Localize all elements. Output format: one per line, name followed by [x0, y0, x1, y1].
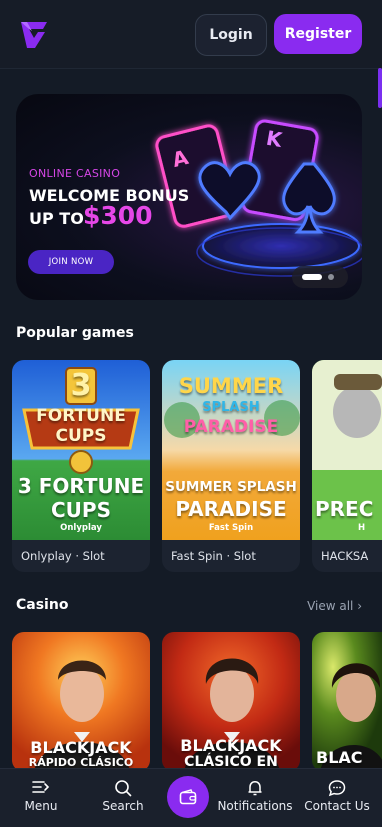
- nav-notifications[interactable]: Notifications: [216, 769, 294, 827]
- login-button[interactable]: Login: [195, 14, 267, 56]
- wallet-icon: [179, 789, 197, 805]
- game-art-title-2: PARADISE: [175, 497, 287, 521]
- nav-search[interactable]: Search: [94, 769, 152, 827]
- nav-menu[interactable]: Menu: [10, 769, 72, 827]
- game-art-title-2: CUPS: [51, 498, 111, 522]
- register-button[interactable]: Register: [274, 14, 362, 54]
- logo-line-2: SPLASH: [202, 400, 260, 415]
- game-card-hacksaw[interactable]: PREC H HACKSA: [312, 360, 382, 572]
- brand-logo-icon[interactable]: [18, 20, 50, 50]
- menu-icon: [32, 781, 50, 793]
- game-meta: Fast Spin · Slot: [171, 549, 256, 563]
- casino-heading: Casino: [16, 597, 69, 613]
- game-art-title-1: PREC: [315, 497, 374, 521]
- game-art-title-1: 3 FORTUNE: [17, 474, 145, 498]
- nav-contact-us[interactable]: Contact Us: [302, 769, 372, 827]
- game-art-provider: Fast Spin: [208, 523, 254, 533]
- logo-number: 3: [70, 368, 92, 403]
- casino-card-blackjack-clasico[interactable]: BLACKJACK CLÁSICO EN: [162, 632, 300, 772]
- nav-label: Notifications: [217, 799, 293, 813]
- bonus-amount: $300: [83, 201, 153, 230]
- banner-subtitle: ONLINE CASINO: [29, 167, 121, 180]
- logo-line-1: SUMMER: [178, 374, 284, 398]
- casino-card-partial[interactable]: BLAC: [312, 632, 382, 772]
- carousel-dot[interactable]: [328, 274, 334, 280]
- chat-icon: [328, 780, 346, 797]
- game-art-title-1: BLACKJACK: [30, 738, 132, 757]
- carousel-dot-active[interactable]: [302, 274, 322, 280]
- nav-label: Menu: [24, 799, 58, 813]
- popular-games-heading: Popular games: [16, 325, 134, 341]
- logo-line-2: CUPS: [55, 426, 107, 446]
- game-art-provider: H: [358, 523, 366, 533]
- bottom-navigation: Menu Search Notifications Contact Us: [0, 768, 382, 827]
- logo-line-3: PARADISE: [183, 417, 279, 437]
- casino-card-blackjack-rapido[interactable]: BLACKJACK RÁPIDO CLÁSICO: [12, 632, 150, 772]
- page-scrollbar[interactable]: [378, 68, 382, 108]
- logo-line-1: FORTUNE: [36, 406, 126, 426]
- view-all-link[interactable]: View all ›: [307, 599, 362, 613]
- carousel-indicator: [292, 266, 348, 288]
- bell-icon: [248, 781, 262, 796]
- game-meta: Onlyplay · Slot: [21, 549, 105, 563]
- promo-banner[interactable]: A K ONLINE CASINO WELCOME BONUS UP TO $3…: [16, 94, 362, 300]
- top-header: Login Register: [0, 0, 382, 69]
- nav-label: Contact Us: [304, 799, 370, 813]
- wallet-button[interactable]: [167, 776, 209, 818]
- game-card-fortune-cups[interactable]: 3 FORTUNE CUPS 3 FORTUNE CUPS Onlyplay O…: [12, 360, 150, 572]
- game-card-summer-splash[interactable]: SUMMER SPLASH PARADISE SUMMER SPLASH PAR…: [162, 360, 300, 572]
- join-now-button[interactable]: JOIN NOW: [28, 250, 114, 274]
- banner-upto: UP TO: [29, 209, 84, 228]
- game-meta: HACKSA: [321, 549, 369, 563]
- game-art-title-1: BLACKJACK: [180, 736, 282, 755]
- game-art-title-1: BLAC: [316, 748, 363, 767]
- game-art-provider: Onlyplay: [60, 523, 102, 533]
- nav-label: Search: [102, 799, 144, 813]
- search-icon: [115, 780, 132, 797]
- game-art-title-1: SUMMER SPLASH: [165, 479, 297, 495]
